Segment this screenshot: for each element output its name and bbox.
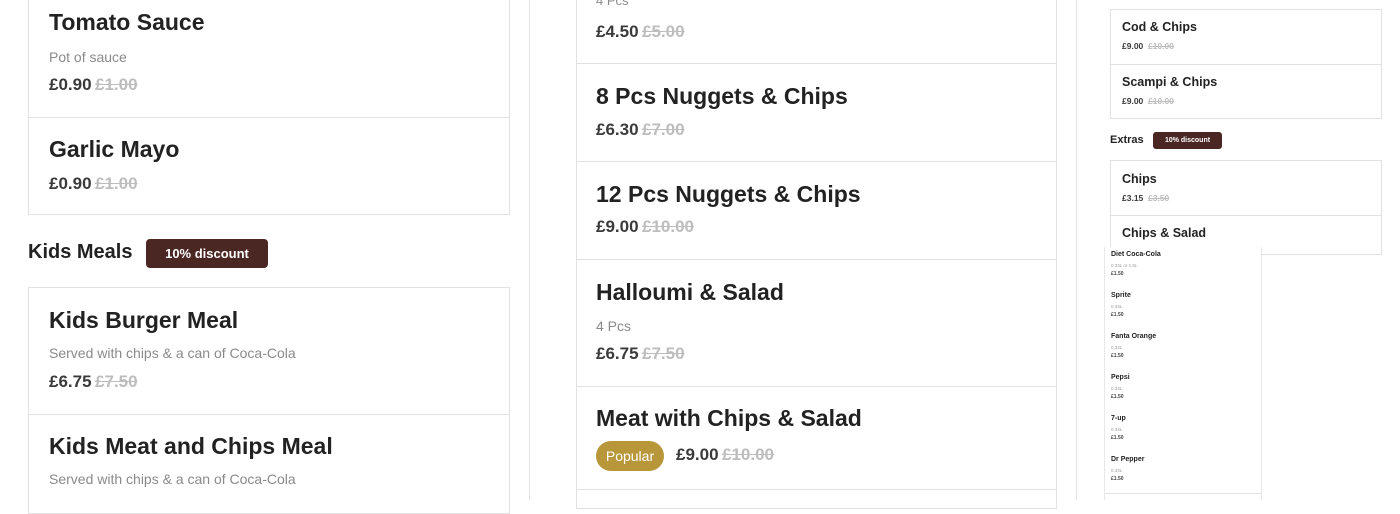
drink-size: 0.33L [1111,386,1123,391]
item-name: Meat with Chips & Salad [596,405,862,431]
drink-name: Dr Pepper [1111,456,1145,463]
drink-size: 0.33L [1111,468,1123,473]
drink-item-7-up[interactable]: 7-up 0.33L £1.50 [1105,411,1261,453]
drink-name: Fanta Orange [1111,333,1157,340]
drink-size: 0.33L [1111,345,1123,350]
item-old-price: £7.00 [642,120,685,139]
discount-badge: 10% discount [146,239,268,268]
discount-badge: 10% discount [1153,132,1222,149]
item-old-price: £1.00 [95,174,138,193]
menu-item-12-pcs-nuggets[interactable]: 12 Pcs Nuggets & Chips £9.00 £10.00 [576,161,1057,260]
item-price: £9.00 [596,217,639,236]
drink-name: Pepsi [1111,374,1130,381]
item-description: 4 Pcs [596,0,629,8]
item-price: £6.75 [596,344,639,363]
item-name: 12 Pcs Nuggets & Chips [596,181,861,207]
drink-name: Sprite [1111,292,1131,299]
column-divider [529,0,530,500]
drink-size: 0.33L [1111,304,1123,309]
menu-item-garlic-mayo[interactable]: Garlic Mayo £0.90 £1.00 [28,117,510,215]
column-divider [1076,0,1077,500]
drink-item-fanta-orange[interactable]: Fanta Orange 0.33L £1.50 [1105,329,1261,371]
item-name: Halloumi & Salad [596,279,784,305]
drink-name: 7-up [1111,415,1126,422]
menu-item-halloumi-salad[interactable]: Halloumi & Salad 4 Pcs £6.75 £7.50 [576,259,1057,387]
item-name: Chips & Salad [1122,226,1207,240]
drinks-list: Diet Coca-Cola 0.33L or 1.5L £1.50 Sprit… [1104,247,1262,500]
drink-price: £1.50 [1111,271,1124,277]
item-name: Garlic Mayo [49,136,180,162]
popular-badge: Popular [596,441,664,471]
drink-item-dr-pepper[interactable]: Dr Pepper 0.33L £1.50 [1105,452,1261,494]
item-description: Pot of sauce [49,49,127,65]
drink-item-sprite[interactable]: Sprite 0.33L £1.50 [1105,288,1261,330]
menu-item-kids-burger-meal[interactable]: Kids Burger Meal Served with chips & a c… [28,287,510,415]
item-old-price: £7.50 [95,372,138,391]
menu-item-chips[interactable]: Chips £3.15 £3.50 [1110,160,1382,216]
item-description: 4 Pcs [596,318,632,334]
item-price: £6.75 [49,372,92,391]
drink-price: £1.50 [1111,312,1124,318]
menu-item-kids-meat-chips-meal[interactable]: Kids Meat and Chips Meal Served with chi… [28,414,510,514]
item-old-price: £10.00 [722,445,774,464]
menu-item-scampi-chips[interactable]: Scampi & Chips £9.00 £10.00 [1110,64,1382,119]
drink-item-diet-coca-cola[interactable]: Diet Coca-Cola 0.33L or 1.5L £1.50 [1105,247,1261,289]
menu-item-partial[interactable]: 4 Pcs £4.50 £5.00 [576,0,1057,64]
item-old-price: £10.00 [1148,96,1174,106]
item-name: Kids Burger Meal [49,307,239,333]
drink-price: £1.50 [1111,353,1124,359]
item-old-price: £7.50 [642,344,685,363]
item-old-price: £3.50 [1148,193,1170,203]
drink-price: £1.50 [1111,394,1124,400]
item-price: £3.15 [1122,193,1144,203]
item-old-price: £5.00 [642,22,685,41]
drink-price: £1.50 [1111,476,1124,482]
item-old-price: £1.00 [95,75,138,94]
item-price: £9.00 [676,445,719,464]
menu-item-cod-chips[interactable]: Cod & Chips £9.00 £10.00 [1110,9,1382,65]
item-price: £9.00 [1122,41,1144,51]
item-name: Scampi & Chips [1122,75,1218,89]
menu-item-meat-chips-salad[interactable]: Meat with Chips & Salad Popular £9.00 £1… [576,386,1057,490]
drink-price: £1.50 [1111,435,1124,441]
menu-item-tomato-sauce[interactable]: Tomato Sauce Pot of sauce £0.90 £1.00 [28,0,510,118]
item-name: Chips [1122,172,1157,186]
item-price: £6.30 [596,120,639,139]
item-price: £0.90 [49,174,92,193]
section-title-extras: Extras [1110,134,1144,146]
item-price: £0.90 [49,75,92,94]
drink-size: 0.33L [1111,427,1123,432]
section-title-kids-meals: Kids Meals [28,241,133,263]
drink-item-pepsi[interactable]: Pepsi 0.33L £1.50 [1105,370,1261,412]
item-old-price: £10.00 [1148,41,1174,51]
menu-item-8-pcs-nuggets[interactable]: 8 Pcs Nuggets & Chips £6.30 £7.00 [576,63,1057,162]
item-description: Served with chips & a can of Coca-Cola [49,471,296,487]
item-price: £4.50 [596,22,639,41]
menu-item-partial-bottom[interactable] [576,489,1057,509]
item-name: 8 Pcs Nuggets & Chips [596,83,848,109]
drink-size: 0.33L or 1.5L [1111,263,1138,268]
drink-name: Diet Coca-Cola [1111,251,1161,258]
item-name: Kids Meat and Chips Meal [49,433,333,459]
item-old-price: £10.00 [642,217,694,236]
item-name: Cod & Chips [1122,20,1197,34]
item-description: Served with chips & a can of Coca-Cola [49,345,296,361]
item-price: £9.00 [1122,96,1144,106]
item-name: Tomato Sauce [49,9,205,35]
